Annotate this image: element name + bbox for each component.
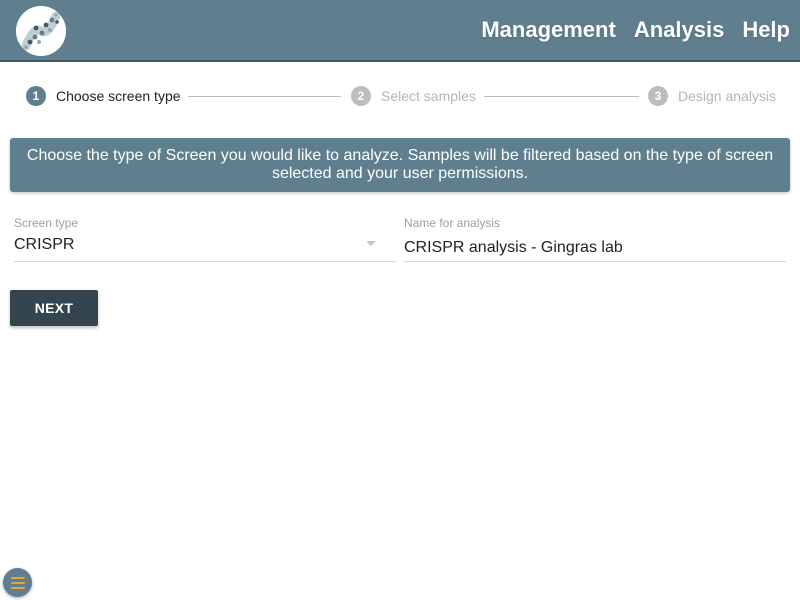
floating-menu-button[interactable] xyxy=(3,568,32,597)
step-label: Select samples xyxy=(381,88,476,104)
field-underline xyxy=(404,261,786,262)
analysis-name-field[interactable]: Name for analysis xyxy=(400,216,786,262)
step-select-samples[interactable]: 2 Select samples xyxy=(351,86,476,106)
menu-icon xyxy=(10,576,25,589)
step-connector xyxy=(484,96,639,97)
analysis-stepper: 1 Choose screen type 2 Select samples 3 … xyxy=(26,86,776,106)
step-number-badge: 3 xyxy=(648,86,668,106)
step-choose-screen-type[interactable]: 1 Choose screen type xyxy=(26,86,181,106)
field-underline xyxy=(14,261,396,262)
dna-helix-logo-icon[interactable] xyxy=(16,6,66,56)
info-banner: Choose the type of Screen you would like… xyxy=(10,138,790,192)
step-connector xyxy=(188,96,341,97)
app-header: Management Analysis Help xyxy=(0,0,800,62)
step-label: Design analysis xyxy=(678,88,777,104)
next-button[interactable]: NEXT xyxy=(10,290,98,326)
screen-type-value[interactable]: CRISPR xyxy=(14,236,74,254)
step-design-analysis[interactable]: 3 Design analysis xyxy=(648,86,776,106)
main-nav: Management Analysis Help xyxy=(481,14,790,46)
screen-type-label: Screen type xyxy=(14,216,79,230)
step-label: Choose screen type xyxy=(56,88,181,104)
nav-management-link[interactable]: Management xyxy=(481,14,615,46)
step-number-badge: 1 xyxy=(26,86,46,106)
screen-type-select[interactable]: Screen type CRISPR xyxy=(10,216,396,262)
analysis-name-input[interactable] xyxy=(404,239,784,257)
analysis-name-label: Name for analysis xyxy=(404,216,501,230)
nav-analysis-link[interactable]: Analysis xyxy=(634,14,725,46)
dropdown-arrow-icon[interactable] xyxy=(366,241,376,246)
nav-help-link[interactable]: Help xyxy=(742,14,790,46)
step-number-badge: 2 xyxy=(351,86,371,106)
